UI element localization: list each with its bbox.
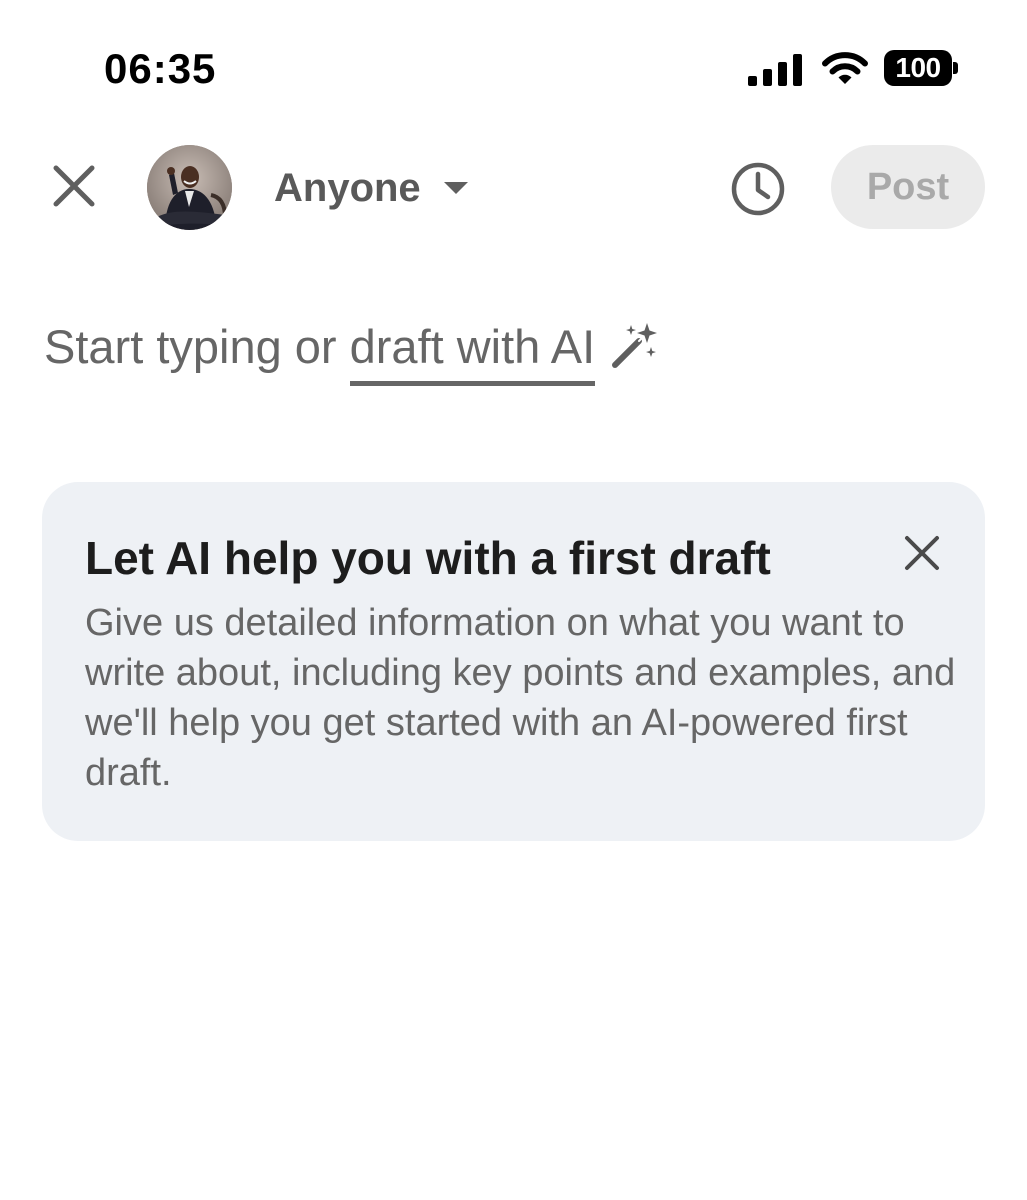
wifi-icon: [822, 52, 868, 84]
cellular-signal-icon: [748, 54, 802, 86]
battery-cap: [953, 62, 958, 74]
ai-draft-tip-card: Let AI help you with a first draft Give …: [42, 482, 985, 841]
audience-label: Anyone: [274, 166, 421, 210]
status-time: 06:35: [104, 45, 217, 92]
post-composer-screen: 06:35 100 Anyone Post Start typing or dr…: [0, 0, 1027, 1200]
post-button[interactable]: Post: [831, 145, 985, 229]
clock-icon[interactable]: [730, 161, 786, 217]
ai-card-body: Give us detailed information on what you…: [85, 602, 956, 794]
avatar[interactable]: [147, 145, 232, 230]
audience-selector[interactable]: Anyone: [274, 160, 469, 216]
close-icon[interactable]: [902, 533, 942, 573]
composer-prefix-text: Start typing or: [44, 320, 350, 373]
status-bar: 06:35 100: [0, 0, 1027, 130]
magic-wand-icon[interactable]: [609, 321, 659, 371]
battery-indicator: 100: [884, 50, 958, 86]
composer-placeholder[interactable]: Start typing or draft with AI: [44, 315, 659, 395]
close-icon[interactable]: [48, 160, 100, 212]
avatar-photo: [147, 145, 232, 230]
battery-level: 100: [895, 52, 941, 83]
battery-body: 100: [884, 50, 952, 86]
ai-card-title: Let AI help you with a first draft: [85, 532, 771, 584]
post-button-label: Post: [866, 166, 950, 208]
draft-with-ai-link[interactable]: draft with AI: [349, 315, 596, 386]
caret-down-icon: [443, 182, 468, 194]
